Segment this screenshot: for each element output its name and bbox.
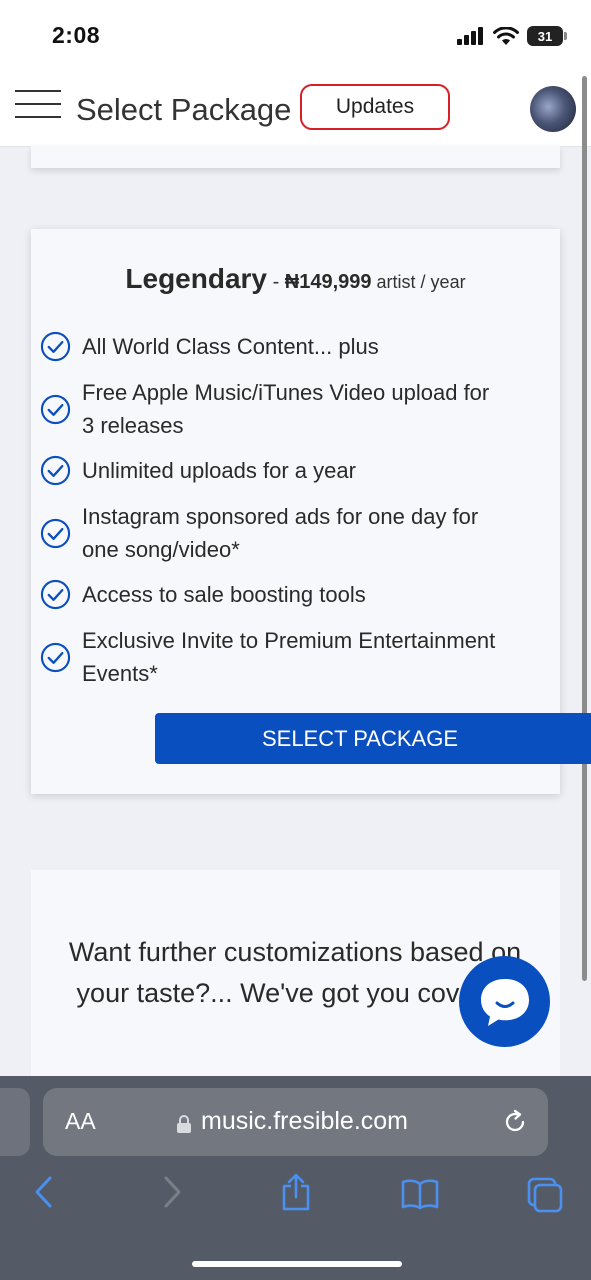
home-indicator <box>192 1261 402 1267</box>
hamburger-icon[interactable] <box>15 90 61 120</box>
tabs-icon[interactable] <box>526 1176 564 1214</box>
feature-item: Instagram sponsored ads for one day for … <box>40 500 500 566</box>
previous-tab[interactable] <box>0 1088 30 1156</box>
feature-text: Free Apple Music/iTunes Video upload for… <box>82 380 490 438</box>
feature-text: Unlimited uploads for a year <box>82 458 356 483</box>
feature-text: Instagram sponsored ads for one day for … <box>82 504 479 562</box>
feature-item: Unlimited uploads for a year <box>40 454 500 487</box>
feature-text: All World Class Content... plus <box>82 334 379 359</box>
wifi-icon <box>493 26 519 45</box>
status-icons: 31 <box>457 26 567 46</box>
select-package-button[interactable]: SELECT PACKAGE <box>155 713 591 764</box>
check-circle-icon <box>40 394 71 424</box>
page-scrollbar[interactable] <box>582 76 587 981</box>
check-circle-icon <box>40 642 71 672</box>
package-unit: artist / year <box>371 272 466 292</box>
check-circle-icon <box>40 455 71 486</box>
share-icon[interactable] <box>280 1172 312 1212</box>
feature-item: All World Class Content... plus <box>40 330 500 363</box>
reader-options-button[interactable]: AA <box>65 1108 96 1135</box>
feature-item: Access to sale boosting tools <box>40 578 500 611</box>
check-circle-icon <box>40 518 71 548</box>
feature-item: Exclusive Invite to Premium Entertainmen… <box>40 624 500 690</box>
check-circle-icon <box>40 579 71 610</box>
feature-text: Access to sale boosting tools <box>82 582 366 607</box>
address-bar[interactable]: AA music.fresible.com <box>43 1088 548 1156</box>
bookmarks-icon[interactable] <box>400 1178 440 1210</box>
package-name: Legendary <box>125 263 268 294</box>
package-separator: - <box>267 271 285 293</box>
forward-arrow-icon[interactable] <box>160 1174 184 1210</box>
battery-icon: 31 <box>527 26 567 46</box>
reload-icon[interactable] <box>501 1108 529 1136</box>
package-price: ₦149,999 <box>284 271 372 293</box>
avatar[interactable] <box>530 86 576 132</box>
battery-level: 31 <box>537 28 553 44</box>
feature-item: Free Apple Music/iTunes Video upload for… <box>40 376 500 442</box>
feature-text: Exclusive Invite to Premium Entertainmen… <box>82 628 496 686</box>
status-time: 2:08 <box>52 22 101 48</box>
back-arrow-icon[interactable] <box>32 1174 56 1210</box>
url-text: music.fresible.com <box>201 1107 408 1135</box>
signal-icon <box>457 27 483 45</box>
check-circle-icon <box>40 331 71 362</box>
chat-button[interactable] <box>459 956 550 1047</box>
updates-button[interactable]: Updates <box>300 84 450 130</box>
package-heading: Legendary - ₦149,999 artist / year <box>31 263 560 295</box>
lock-icon <box>177 1115 191 1133</box>
status-bar: 2:08 31 <box>0 0 591 72</box>
app-header: Select Package Updates <box>0 72 591 147</box>
page-title: Select Package <box>76 92 292 127</box>
chat-icon <box>480 978 529 1026</box>
previous-package-card <box>31 146 560 168</box>
browser-toolbar: AA music.fresible.com <box>0 1076 591 1280</box>
